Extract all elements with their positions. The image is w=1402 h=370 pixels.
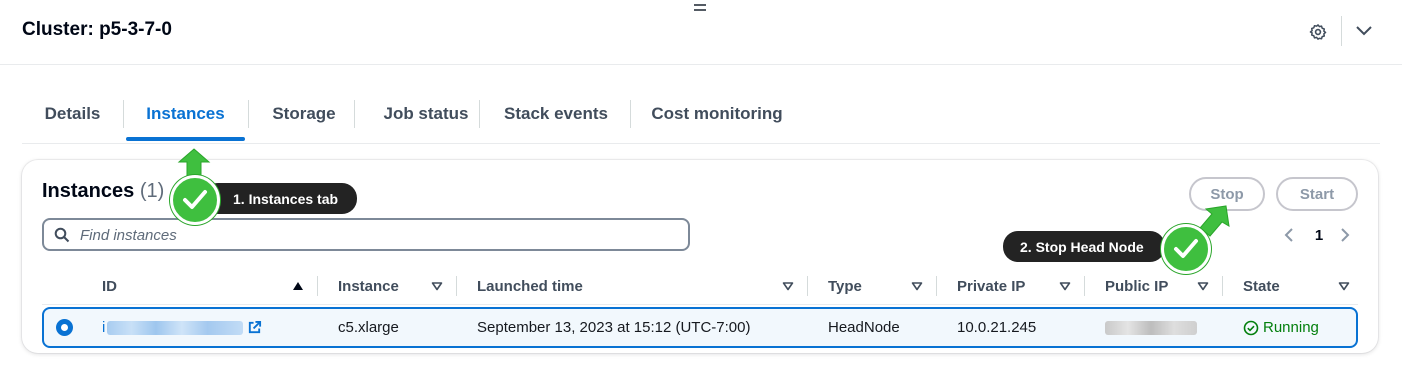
instance-id-prefix: i xyxy=(102,319,106,336)
column-header-state[interactable]: State xyxy=(1243,268,1280,304)
tab-storage[interactable]: Storage xyxy=(254,85,354,143)
column-resizer[interactable] xyxy=(807,276,808,296)
chevron-down-icon xyxy=(1356,26,1372,36)
column-resizer[interactable] xyxy=(1084,276,1085,296)
checkmark-icon xyxy=(183,190,207,209)
table-header-divider xyxy=(42,304,1358,305)
column-resizer[interactable] xyxy=(936,276,937,296)
instance-type-cell: c5.xlarge xyxy=(338,319,399,336)
pagination-page-1[interactable]: 1 xyxy=(1312,224,1326,246)
tab-separator xyxy=(479,100,480,128)
column-header-type[interactable]: Type xyxy=(828,268,862,304)
page-header: Cluster: p5-3-7-0 xyxy=(0,0,1402,65)
redacted-public-ip xyxy=(1105,320,1197,335)
panel-title: Instances (1) xyxy=(42,180,164,203)
annotation-callout: 2. Stop Head Node xyxy=(1003,231,1165,262)
column-resizer[interactable] xyxy=(317,276,318,296)
tab-stack-events[interactable]: Stack events xyxy=(484,85,628,143)
sort-icon[interactable] xyxy=(1197,281,1209,291)
pagination-next-button[interactable] xyxy=(1340,224,1354,246)
header-divider xyxy=(1341,16,1342,46)
column-header-launched-time[interactable]: Launched time xyxy=(477,268,583,304)
pagination-prev-button[interactable] xyxy=(1284,224,1298,246)
settings-button[interactable] xyxy=(1306,20,1330,44)
column-resizer[interactable] xyxy=(456,276,457,296)
sort-icon[interactable] xyxy=(782,281,794,291)
tab-details[interactable]: Details xyxy=(22,85,123,143)
column-header-private-ip[interactable]: Private IP xyxy=(957,268,1025,304)
search-icon xyxy=(54,227,70,243)
redacted-id xyxy=(107,320,244,335)
sort-icon[interactable] xyxy=(1059,281,1071,291)
launched-time-cell: September 13, 2023 at 15:12 (UTC-7:00) xyxy=(477,319,751,336)
status-success-icon xyxy=(1243,320,1259,335)
sort-icon[interactable] xyxy=(1338,281,1350,291)
external-link-icon xyxy=(249,320,262,334)
sort-icon[interactable] xyxy=(911,281,923,291)
annotation-check-badge xyxy=(170,175,220,225)
search-input[interactable] xyxy=(80,225,680,245)
column-header-instance[interactable]: Instance xyxy=(338,268,399,304)
public-ip-cell xyxy=(1105,309,1197,346)
tab-separator xyxy=(354,100,355,128)
status-badge: Running xyxy=(1243,309,1319,346)
private-ip-cell: 10.0.21.245 xyxy=(957,319,1037,336)
search-box xyxy=(42,218,690,251)
tab-job-status[interactable]: Job status xyxy=(358,85,494,143)
column-header-public-ip[interactable]: Public IP xyxy=(1105,268,1168,304)
checkmark-icon xyxy=(1174,239,1198,258)
annotation-callout: 1. Instances tab xyxy=(203,183,357,214)
collapse-button[interactable] xyxy=(1352,20,1376,42)
instance-id-link[interactable]: i xyxy=(102,319,262,336)
column-header-id[interactable]: ID xyxy=(102,268,117,304)
column-resizer[interactable] xyxy=(1222,276,1223,296)
chevron-left-icon xyxy=(1284,228,1293,242)
start-button[interactable]: Start xyxy=(1276,177,1358,211)
page-title: Cluster: p5-3-7-0 xyxy=(22,19,172,40)
tab-bar: Details Instances Storage Job status Sta… xyxy=(22,85,1380,144)
table-row[interactable]: i c5.xlarge September 13, 2023 at 15:12 … xyxy=(42,307,1358,348)
sort-icon[interactable] xyxy=(431,281,443,291)
tab-separator xyxy=(248,100,249,128)
tab-instances[interactable]: Instances xyxy=(126,85,245,143)
panel-title-text: Instances xyxy=(42,180,135,202)
gear-icon xyxy=(1309,24,1327,40)
sort-ascending-icon[interactable] xyxy=(292,281,304,291)
annotation-arrow-up-icon xyxy=(177,148,211,178)
status-label: Running xyxy=(1263,319,1319,336)
chevron-right-icon xyxy=(1341,228,1350,242)
tab-separator xyxy=(630,100,631,128)
annotation-check-badge xyxy=(1161,224,1211,274)
tab-cost-monitoring[interactable]: Cost monitoring xyxy=(636,85,798,143)
instance-count: (1) xyxy=(139,180,165,202)
instance-id-cell: i xyxy=(102,309,262,346)
node-type-cell: HeadNode xyxy=(828,319,900,336)
row-select-radio[interactable] xyxy=(56,319,73,336)
tab-separator xyxy=(123,100,124,128)
